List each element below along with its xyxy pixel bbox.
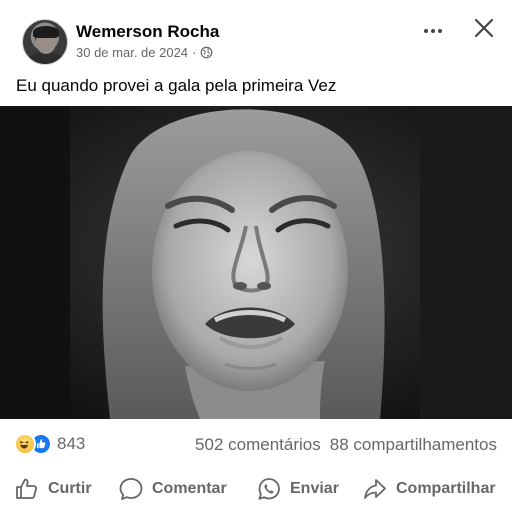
send-button[interactable]: Enviar xyxy=(256,476,339,502)
like-button[interactable]: Curtir xyxy=(14,476,92,502)
like-button-label: Curtir xyxy=(48,480,92,497)
reactions-summary[interactable]: 843 xyxy=(14,433,85,455)
avatar[interactable] xyxy=(22,19,68,65)
post-header: Wemerson Rocha 30 de mar. de 2024 · xyxy=(0,0,512,70)
more-horizontal-icon[interactable] xyxy=(424,26,446,36)
share-button-label: Compartilhar xyxy=(396,480,496,497)
comment-button[interactable]: Comentar xyxy=(118,476,227,502)
haha-reaction-icon xyxy=(14,433,36,455)
post-date[interactable]: 30 de mar. de 2024 xyxy=(76,45,188,60)
post-meta: 30 de mar. de 2024 · xyxy=(76,45,213,60)
share-arrow-icon xyxy=(364,479,386,499)
photo-crying-woman xyxy=(0,106,512,419)
globe-icon xyxy=(200,46,213,59)
comment-icon xyxy=(119,478,143,500)
stats-bar: 843 502 comentários 88 compartilhamentos xyxy=(0,428,512,462)
avatar-hair xyxy=(33,26,59,38)
whatsapp-icon xyxy=(258,478,280,500)
post-image[interactable] xyxy=(0,106,512,419)
share-button[interactable]: Compartilhar xyxy=(362,476,496,502)
meta-separator: · xyxy=(192,45,197,60)
send-button-label: Enviar xyxy=(290,480,339,497)
shares-count[interactable]: 88 compartilhamentos xyxy=(330,435,497,455)
reaction-count: 843 xyxy=(57,434,86,453)
post-text: Eu quando provei a gala pela primeira Ve… xyxy=(16,76,337,95)
author-name[interactable]: Wemerson Rocha xyxy=(76,22,219,42)
comment-button-label: Comentar xyxy=(152,480,227,497)
actions-bar: Curtir Comentar Enviar Compartilhar xyxy=(0,470,512,506)
thumbs-up-icon xyxy=(16,478,38,499)
stats-right: 502 comentários 88 compartilhamentos xyxy=(195,435,497,455)
close-icon[interactable] xyxy=(472,16,496,40)
comments-count[interactable]: 502 comentários xyxy=(195,435,321,455)
